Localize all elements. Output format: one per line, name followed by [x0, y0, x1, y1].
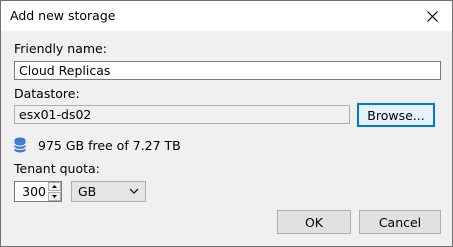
title-bar: Add new storage	[1, 1, 452, 31]
spin-down-icon	[52, 195, 57, 198]
ok-button[interactable]: OK	[277, 210, 351, 234]
add-new-storage-dialog: Add new storage Friendly name: Cloud Rep…	[0, 0, 453, 247]
tenant-quota-label: Tenant quota:	[14, 161, 100, 176]
database-icon	[14, 137, 26, 153]
quota-increment-button[interactable]	[48, 182, 61, 191]
friendly-name-label: Friendly name:	[14, 41, 107, 56]
dialog-title: Add new storage	[10, 8, 116, 23]
quota-value[interactable]: 300	[15, 182, 48, 201]
cancel-button[interactable]: Cancel	[359, 210, 441, 234]
browse-button[interactable]: Browse...	[357, 103, 435, 127]
datastore-field[interactable]: esx01-ds02	[14, 105, 350, 124]
chevron-down-icon	[129, 188, 139, 194]
spin-up-icon	[52, 185, 57, 188]
close-icon	[426, 10, 438, 22]
close-button[interactable]	[412, 1, 452, 31]
quota-unit-value: GB	[78, 184, 97, 199]
free-space-text: 975 GB free of 7.27 TB	[38, 137, 181, 153]
quota-unit-select[interactable]: GB	[71, 181, 146, 202]
free-space-info: 975 GB free of 7.27 TB	[14, 136, 181, 154]
datastore-label: Datastore:	[14, 86, 80, 101]
quota-stepper[interactable]: 300	[14, 181, 62, 202]
quota-decrement-button[interactable]	[48, 192, 61, 201]
friendly-name-input[interactable]: Cloud Replicas	[14, 61, 441, 80]
